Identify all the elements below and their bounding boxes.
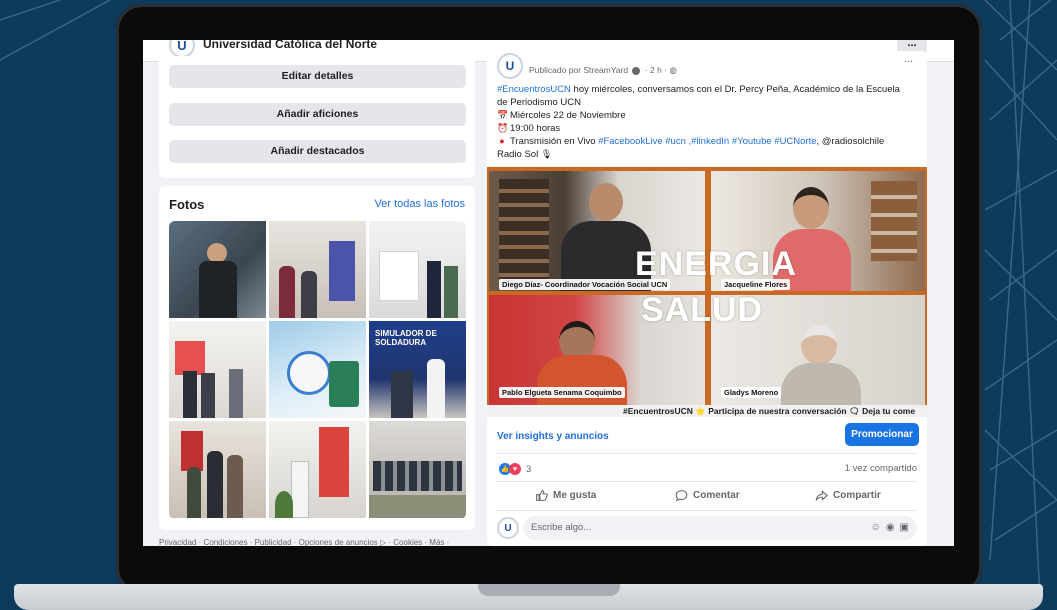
laptop-notch: [478, 584, 620, 596]
published-by[interactable]: Publicado por StreamYard: [529, 65, 628, 75]
photo-thumbnail[interactable]: [269, 221, 366, 318]
alarm-clock-icon: ⏰: [497, 123, 509, 133]
globe-icon: ◍: [669, 65, 677, 75]
profile-actions-card: Editar detalles Añadir aficiones Añadir …: [159, 56, 475, 178]
hashtag-link[interactable]: #UCNorte: [774, 136, 816, 147]
page-name[interactable]: Universidad Católica del Norte: [203, 40, 377, 51]
divider: [497, 481, 917, 482]
add-hobbies-button[interactable]: Añadir aficiones: [169, 103, 466, 126]
post-meta: Publicado por StreamYard · 2 h · ◍: [529, 65, 677, 75]
speaker-name-label: Pablo Elgueta Senama Coquimbo: [499, 387, 625, 398]
post-video[interactable]: Diego Díaz- Coordinador Vocación Social …: [487, 167, 927, 417]
reaction-count: 3: [526, 463, 532, 475]
photo-thumbnail[interactable]: [269, 321, 366, 418]
post-text: #EncuentrosUCN hoy miércoles, conversamo…: [497, 84, 900, 160]
overlay-text-energia: ENERGIA: [635, 245, 797, 283]
hashtag-link[interactable]: ,#linkedIn: [689, 136, 730, 147]
red-circle-icon: ●: [499, 136, 505, 146]
hashtag-link[interactable]: #FacebookLive: [598, 136, 662, 147]
comment-input[interactable]: Escribe algo... ☺ ◉ ▣: [523, 516, 917, 540]
promote-button[interactable]: Promocionar: [845, 423, 919, 446]
comment-placeholder: Escribe algo...: [531, 522, 592, 533]
reactions-summary[interactable]: 👍 ♥ 3: [499, 463, 531, 475]
thumbs-up-icon: [536, 490, 548, 501]
verified-icon: [632, 66, 641, 75]
emoji-icon[interactable]: ☺: [871, 516, 881, 540]
divider: [497, 453, 917, 454]
share-icon: [815, 490, 828, 501]
calendar-icon: 📅: [497, 110, 509, 120]
comment-tools: ☺ ◉ ▣: [871, 516, 909, 540]
photo-thumbnail[interactable]: [169, 221, 266, 318]
hashtag-link[interactable]: #EncuentrosUCN: [497, 84, 571, 95]
commenter-avatar[interactable]: U: [497, 517, 519, 539]
post-menu-button[interactable]: ...: [904, 53, 913, 65]
photo-thumbnail[interactable]: SIMULADOR DE SOLDADURA: [369, 321, 466, 418]
photo-grid: SIMULADOR DE SOLDADURA: [169, 221, 466, 519]
post-author-avatar[interactable]: U: [497, 53, 523, 79]
microphone-icon: 🎙: [540, 149, 553, 159]
post-time[interactable]: 2 h: [650, 65, 662, 75]
comment-icon: [675, 490, 688, 502]
see-all-photos-link[interactable]: Ver todas las fotos: [375, 198, 466, 210]
footer-links[interactable]: Privacidad · Condiciones · Publicidad · …: [159, 538, 449, 546]
photo-thumbnail[interactable]: [169, 321, 266, 418]
photos-card: Fotos Ver todas las fotos SIMULADOR DE S…: [159, 186, 475, 530]
camera-icon[interactable]: ◉: [886, 516, 895, 540]
photo-thumbnail[interactable]: [269, 421, 366, 518]
photo-thumbnail[interactable]: [369, 421, 466, 518]
photos-title: Fotos: [169, 197, 205, 212]
overlay-text-salud: SALUD: [641, 291, 764, 329]
speaker-name-label: Gladys Moreno: [721, 387, 782, 398]
photo-thumbnail[interactable]: [369, 221, 466, 318]
share-count[interactable]: 1 vez compartido: [845, 463, 917, 474]
hashtag-link[interactable]: #Youtube: [732, 136, 772, 147]
like-button[interactable]: Me gusta: [535, 489, 596, 502]
divider: [497, 510, 917, 511]
comment-button[interactable]: Comentar: [675, 489, 740, 502]
photo-thumbnail[interactable]: [169, 421, 266, 518]
facebook-page-screen: U Universidad Católica del Norte ... Edi…: [143, 40, 954, 546]
sticker-icon[interactable]: ▣: [900, 516, 909, 540]
edit-details-button[interactable]: Editar detalles: [169, 65, 466, 88]
photo-sign: SIMULADOR DE SOLDADURA: [375, 329, 437, 347]
share-button[interactable]: Compartir: [815, 489, 881, 502]
hashtag-link[interactable]: #ucn: [665, 136, 686, 147]
video-ticker: #EncuentrosUCN ⭐ Participa de nuestra co…: [487, 405, 927, 417]
add-featured-button[interactable]: Añadir destacados: [169, 140, 466, 163]
post-card: U Publicado por StreamYard · 2 h · ◍ ...…: [487, 51, 927, 546]
insights-link[interactable]: Ver insights y anuncios: [497, 431, 609, 442]
love-reaction-icon: ♥: [509, 463, 521, 475]
